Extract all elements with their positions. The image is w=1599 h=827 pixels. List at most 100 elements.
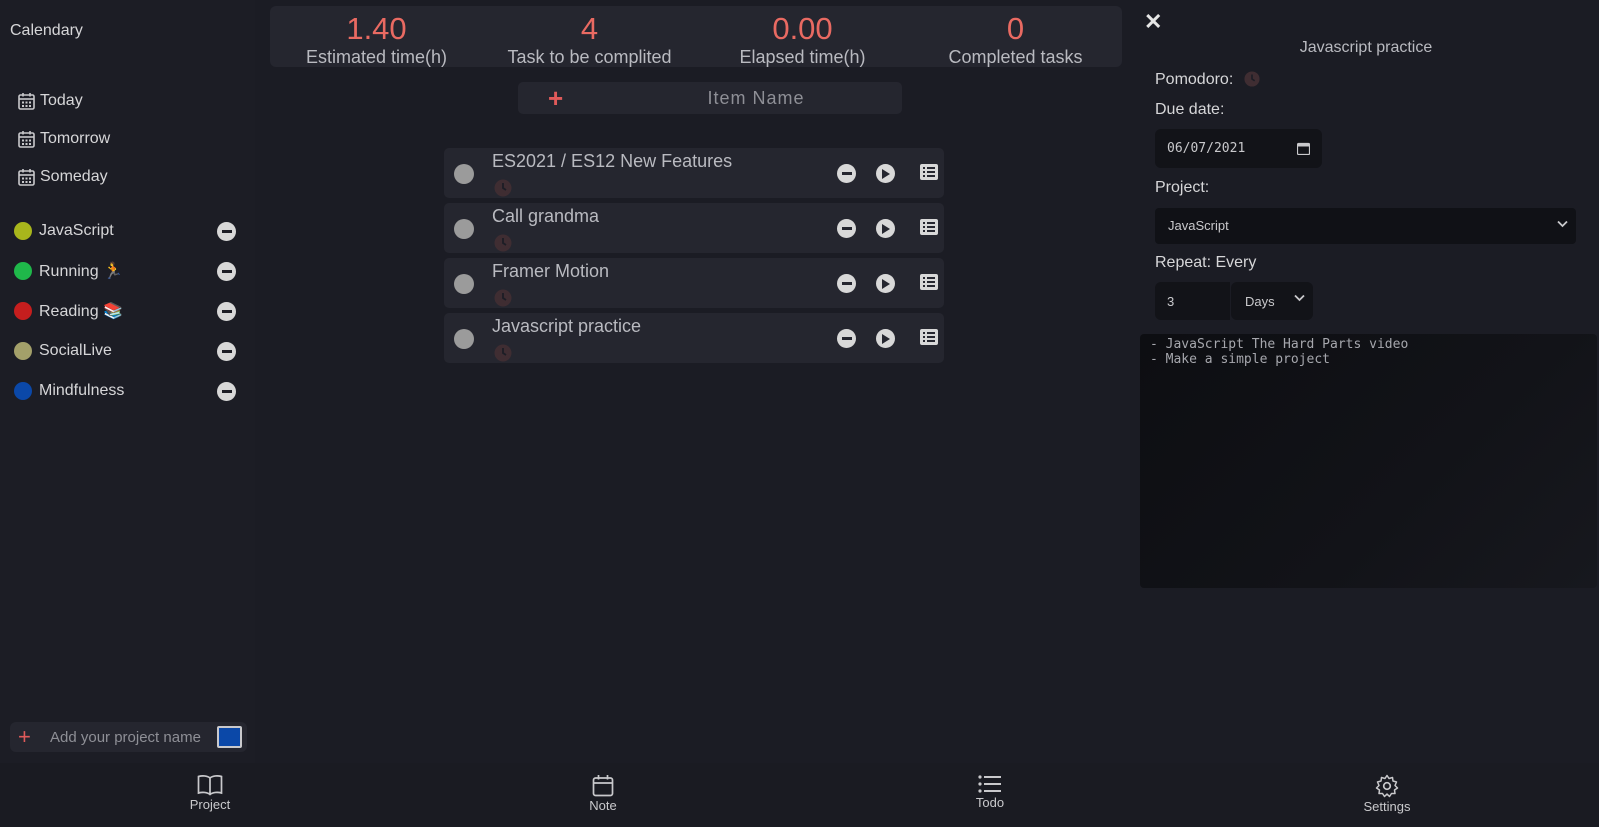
project-item-javascript[interactable]: JavaScript xyxy=(14,211,236,251)
minus-icon xyxy=(221,350,232,353)
stat-label: Completed tasks xyxy=(948,47,1083,67)
date-nav: Today Tomorrow Someday xyxy=(18,82,110,196)
tab-label: Note xyxy=(589,798,617,813)
stat-value: 0.00 xyxy=(772,11,833,46)
project-select[interactable]: JavaScript xyxy=(1155,208,1576,244)
add-project-bar: + Add your project name xyxy=(10,722,247,752)
add-item-bar: + Item Name xyxy=(518,82,902,114)
nav-item-someday[interactable]: Someday xyxy=(18,158,110,196)
nav-item-label: Someday xyxy=(40,168,108,185)
due-date-input[interactable]: 06/07/2021 xyxy=(1155,129,1322,168)
project-label: SocialLive xyxy=(39,342,112,359)
tab-label: Project xyxy=(189,797,231,812)
plus-icon[interactable]: + xyxy=(18,724,38,750)
project-label: Reading 📚 xyxy=(39,303,123,320)
calendar-icon[interactable] xyxy=(1297,142,1310,155)
stat-label: Estimated time(h) xyxy=(305,47,448,67)
project-color-dot xyxy=(14,262,32,280)
remove-project-button[interactable] xyxy=(217,262,236,281)
complete-checkbox[interactable] xyxy=(454,164,474,184)
clock-icon xyxy=(1244,71,1260,87)
details-icon[interactable] xyxy=(920,164,938,180)
nav-item-today[interactable]: Today xyxy=(18,82,110,120)
repeat-unit-value: Days xyxy=(1245,294,1275,309)
minus-icon xyxy=(841,227,852,230)
project-color-picker[interactable] xyxy=(217,726,242,748)
minus-icon xyxy=(221,270,232,273)
task-name: Call grandma xyxy=(492,206,600,226)
book-icon xyxy=(197,775,223,796)
complete-checkbox[interactable] xyxy=(454,274,474,294)
close-icon[interactable]: ✕ xyxy=(1144,9,1162,35)
minus-icon xyxy=(221,230,232,233)
project-item-running[interactable]: Running 🏃 xyxy=(14,251,236,291)
clock-icon xyxy=(494,234,512,252)
task-item[interactable]: Framer Motion xyxy=(444,258,944,308)
tab-settings[interactable]: Settings xyxy=(1347,774,1427,814)
project-label: JavaScript xyxy=(39,222,114,239)
remove-task-button[interactable] xyxy=(837,274,856,293)
sidebar: Calendary Today Tomorrow Someday JavaScr… xyxy=(0,0,255,763)
complete-checkbox[interactable] xyxy=(454,329,474,349)
complete-checkbox[interactable] xyxy=(454,219,474,239)
tab-project[interactable]: Project xyxy=(170,774,250,812)
calendar-icon xyxy=(18,93,35,110)
project-select-value: JavaScript xyxy=(1168,218,1229,233)
nav-item-tomorrow[interactable]: Tomorrow xyxy=(18,120,110,158)
stat-value: 0 xyxy=(1006,11,1025,46)
project-color-dot xyxy=(14,382,32,400)
play-icon xyxy=(882,168,890,179)
details-icon[interactable] xyxy=(920,329,938,345)
due-date-value: 06/07/2021 xyxy=(1167,141,1246,156)
stat-label: Elapsed time(h) xyxy=(739,47,866,67)
tab-note[interactable]: Note xyxy=(563,774,643,813)
remove-project-button[interactable] xyxy=(217,302,236,321)
project-name-input[interactable]: Add your project name xyxy=(50,729,201,746)
details-icon[interactable] xyxy=(920,219,938,235)
play-icon xyxy=(882,223,890,234)
tab-label: Todo xyxy=(975,795,1005,810)
start-task-button[interactable] xyxy=(876,164,895,183)
project-color-dot xyxy=(14,302,32,320)
play-icon xyxy=(882,333,890,344)
stat-completed-tasks: 0 Completed tasks xyxy=(909,6,1122,67)
start-task-button[interactable] xyxy=(876,274,895,293)
project-color-dot xyxy=(14,342,32,360)
main-content: 1.40 Estimated time(h) 4 Task to be comp… xyxy=(255,0,1133,763)
remove-task-button[interactable] xyxy=(837,219,856,238)
project-item-sociallive[interactable]: SocialLive xyxy=(14,331,236,371)
pomodoro-label: Pomodoro: xyxy=(1155,71,1234,88)
minus-icon xyxy=(221,310,232,313)
repeat-count-input[interactable]: 3 xyxy=(1155,282,1230,320)
task-item[interactable]: Call grandma xyxy=(444,203,944,253)
remove-task-button[interactable] xyxy=(837,164,856,183)
repeat-unit-select[interactable]: Days xyxy=(1231,282,1313,320)
nav-item-label: Tomorrow xyxy=(40,130,111,147)
start-task-button[interactable] xyxy=(876,329,895,348)
tab-label: Settings xyxy=(1363,799,1411,814)
repeat-label: Repeat: Every xyxy=(1155,254,1257,271)
detail-title: Javascript practice xyxy=(1299,39,1433,56)
clock-icon xyxy=(494,179,512,197)
start-task-button[interactable] xyxy=(876,219,895,238)
details-icon[interactable] xyxy=(920,274,938,290)
stat-label: Task to be complited xyxy=(507,47,672,67)
notes-textarea[interactable]: - JavaScript The Hard Parts video - Make… xyxy=(1140,334,1597,588)
project-item-reading[interactable]: Reading 📚 xyxy=(14,291,236,331)
remove-project-button[interactable] xyxy=(217,222,236,241)
remove-project-button[interactable] xyxy=(217,382,236,401)
task-item[interactable]: ES2021 / ES12 New Features xyxy=(444,148,944,198)
minus-icon xyxy=(841,282,852,285)
remove-task-button[interactable] xyxy=(837,329,856,348)
project-list: JavaScript Running 🏃 Reading 📚 SocialLiv… xyxy=(14,211,236,411)
calendar-icon xyxy=(592,775,614,797)
task-item[interactable]: Javascript practice xyxy=(444,313,944,363)
project-item-mindfulness[interactable]: Mindfulness xyxy=(14,371,236,411)
clock-icon xyxy=(494,289,512,307)
remove-project-button[interactable] xyxy=(217,342,236,361)
tab-todo[interactable]: Todo xyxy=(950,774,1030,810)
play-icon xyxy=(882,278,890,289)
item-name-input[interactable]: Item Name xyxy=(518,88,902,109)
task-name: Framer Motion xyxy=(492,261,610,281)
due-date-label: Due date: xyxy=(1155,101,1225,118)
